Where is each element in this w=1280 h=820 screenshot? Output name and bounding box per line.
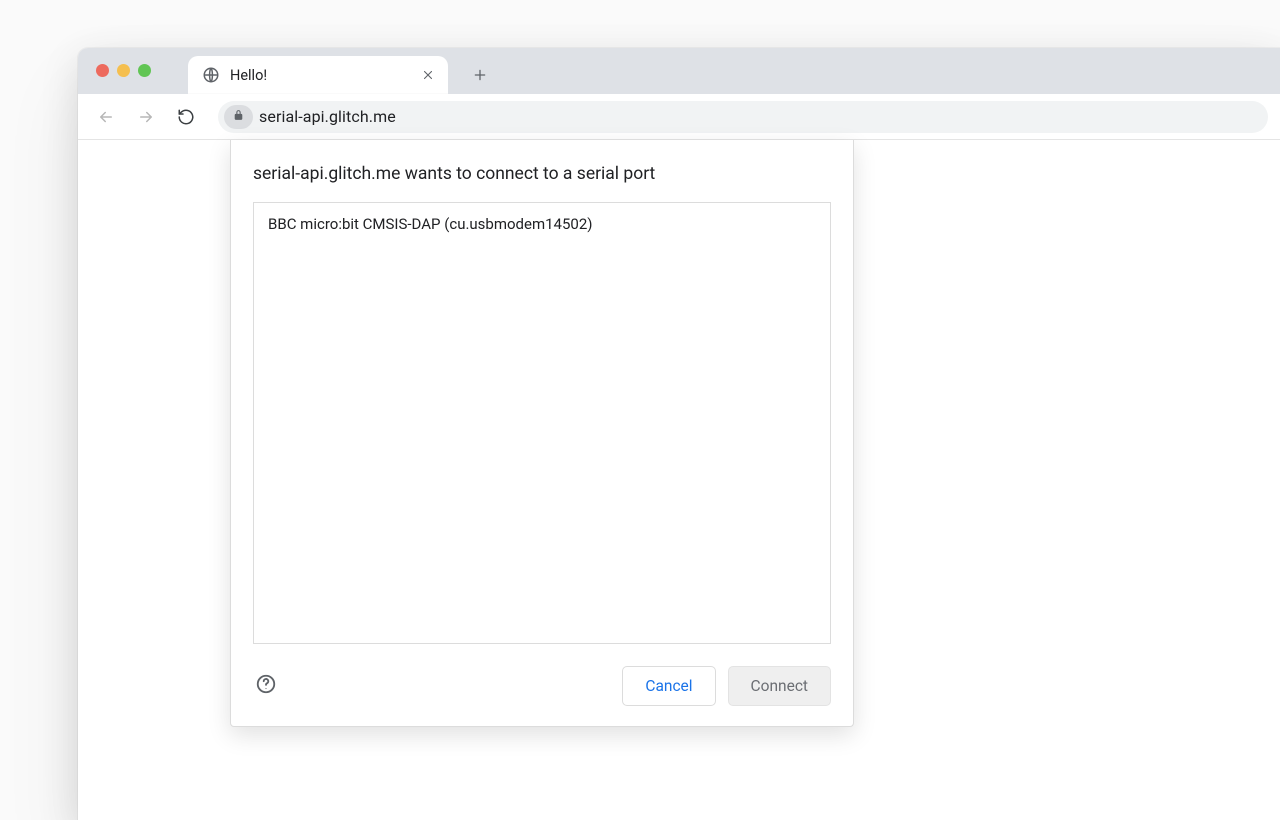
- serial-port-permission-dialog: serial-api.glitch.me wants to connect to…: [230, 140, 854, 727]
- tab-close-button[interactable]: [420, 67, 436, 83]
- help-icon: [255, 673, 277, 699]
- window-fullscreen-button[interactable]: [138, 64, 151, 77]
- cancel-button[interactable]: Cancel: [622, 666, 715, 706]
- device-label: BBC micro:bit CMSIS-DAP (cu.usbmodem1450…: [268, 215, 593, 233]
- reload-button[interactable]: [170, 101, 202, 133]
- help-button[interactable]: [253, 673, 279, 699]
- forward-button[interactable]: [130, 101, 162, 133]
- window-minimize-button[interactable]: [117, 64, 130, 77]
- tab-strip: Hello!: [78, 48, 1280, 94]
- connect-button[interactable]: Connect: [728, 666, 831, 706]
- browser-tab[interactable]: Hello!: [188, 56, 448, 94]
- browser-window: Hello!: [78, 48, 1280, 820]
- window-close-button[interactable]: [96, 64, 109, 77]
- new-tab-button[interactable]: [466, 61, 494, 89]
- address-bar[interactable]: serial-api.glitch.me: [218, 101, 1268, 133]
- lock-icon: [232, 107, 245, 126]
- device-list-item[interactable]: BBC micro:bit CMSIS-DAP (cu.usbmodem1450…: [254, 203, 830, 245]
- page-content: serial-api.glitch.me wants to connect to…: [78, 140, 1280, 820]
- globe-icon: [202, 66, 220, 84]
- dialog-title: serial-api.glitch.me wants to connect to…: [253, 164, 831, 184]
- tab-title: Hello!: [230, 67, 410, 84]
- site-security-chip[interactable]: [224, 105, 253, 129]
- dialog-footer: Cancel Connect: [253, 666, 831, 706]
- url-text: serial-api.glitch.me: [259, 107, 396, 126]
- device-list[interactable]: BBC micro:bit CMSIS-DAP (cu.usbmodem1450…: [253, 202, 831, 644]
- window-traffic-lights: [96, 64, 151, 77]
- tabs-row: Hello!: [188, 48, 494, 94]
- browser-toolbar: serial-api.glitch.me: [78, 94, 1280, 140]
- back-button[interactable]: [90, 101, 122, 133]
